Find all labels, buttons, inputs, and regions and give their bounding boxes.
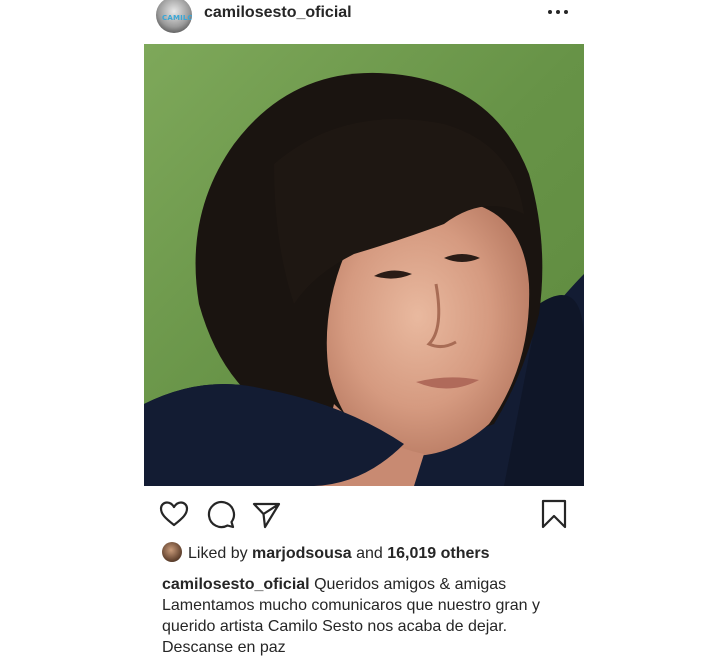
avatar[interactable]: CAMILO <box>156 0 192 33</box>
caption-text-1: Queridos amigos & amigas <box>314 576 507 593</box>
post-photo[interactable] <box>144 44 584 486</box>
like-button[interactable] <box>158 498 190 530</box>
save-button[interactable] <box>538 498 570 530</box>
liker-username[interactable]: marjodsousa <box>252 545 352 562</box>
likes-prefix: Liked by <box>188 545 248 562</box>
caption-line-1: camilosesto_oficial Queridos amigos & am… <box>162 574 577 595</box>
likes-count[interactable]: 16,019 others <box>387 545 489 562</box>
post-caption: camilosesto_oficial Queridos amigos & am… <box>162 574 577 658</box>
share-button[interactable] <box>250 498 282 530</box>
send-icon <box>252 502 281 529</box>
more-horizontal-icon[interactable] <box>546 6 570 18</box>
portrait-image <box>144 44 584 486</box>
liker-avatar[interactable] <box>162 541 182 562</box>
likes-summary: Liked by marjodsousa and 16,019 others <box>162 541 490 566</box>
bookmark-icon <box>541 499 567 529</box>
caption-text-3: querido artista Camilo Sesto nos acaba d… <box>162 618 508 635</box>
instagram-post: CAMILO camilosesto_oficial Liked by marj… <box>144 0 584 656</box>
post-username[interactable]: camilosesto_oficial <box>204 4 352 22</box>
comment-icon <box>207 501 236 529</box>
action-bar <box>144 494 584 534</box>
caption-text-2: Lamentamos mucho comunicaros que nuestro… <box>162 597 540 614</box>
avatar-tag: CAMILO <box>162 14 192 22</box>
caption-username[interactable]: camilosesto_oficial <box>162 576 310 593</box>
caption-text-4: Descanse en paz <box>162 639 286 656</box>
comment-button[interactable] <box>204 498 236 530</box>
likes-conjunction: and <box>356 545 383 562</box>
heart-icon <box>159 501 189 527</box>
post-header: CAMILO camilosesto_oficial <box>144 0 584 44</box>
